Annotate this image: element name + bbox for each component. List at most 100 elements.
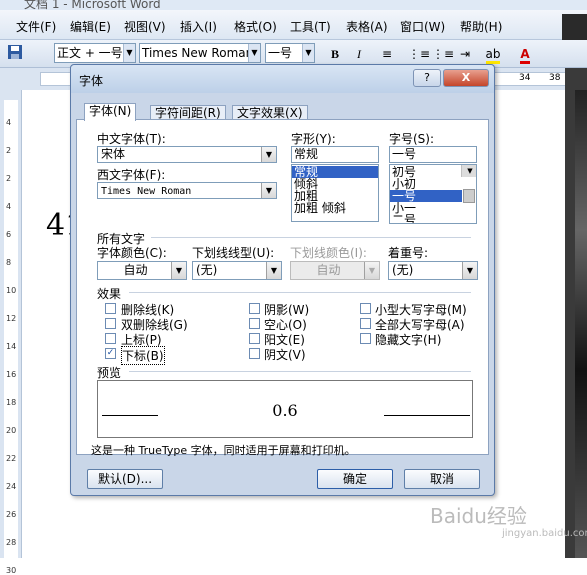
help-button[interactable]: ? (413, 69, 441, 87)
shadow-checkbox[interactable] (249, 303, 260, 314)
underline-style-select[interactable]: (无) ▼ (192, 261, 282, 280)
vertical-ruler-area: 4 2 2 4 6 8 10 12 14 16 18 20 22 24 26 28 30 (4, 100, 18, 575)
chevron-down-icon[interactable]: ▼ (248, 44, 260, 62)
style-list[interactable]: 常规 倾斜 加粗 加粗 倾斜 (291, 164, 379, 222)
font-color-select[interactable]: 自动 ▼ (97, 261, 187, 280)
vertical-ruler-mark: 24 (6, 482, 17, 491)
western-font-label: 西文字体(F): (97, 168, 166, 182)
scroll-thumb[interactable] (463, 189, 475, 203)
list-item[interactable]: 二号 (390, 214, 476, 223)
vertical-ruler-mark: 2 (6, 146, 12, 155)
vertical-ruler-mark: 2 (6, 174, 12, 183)
engrave-label[interactable]: 阴文(V) (264, 346, 306, 363)
vertical-ruler-mark: 20 (6, 426, 17, 435)
font-color-value: 自动 (123, 263, 148, 277)
size-input[interactable]: 一号 (389, 146, 477, 163)
menu-table[interactable]: 表格(A) (346, 18, 388, 35)
hidden-label[interactable]: 隐藏文字(H) (375, 331, 441, 348)
ok-button[interactable]: 确定 (317, 469, 393, 489)
menu-view[interactable]: 视图(V) (124, 18, 166, 35)
align-icon[interactable]: ≡ (378, 44, 396, 64)
background-photo (575, 90, 587, 558)
ruler-mark: 38 (549, 73, 561, 83)
subscript-checkbox[interactable]: ✓ (105, 348, 116, 359)
vertical-ruler-mark: 6 (6, 230, 12, 239)
all-caps-checkbox[interactable] (360, 318, 371, 329)
chevron-down-icon[interactable]: ▼ (462, 262, 477, 279)
scroll-down-icon[interactable]: ▼ (462, 165, 476, 177)
default-button[interactable]: 默认(D)... (87, 469, 163, 489)
double-strikethrough-checkbox[interactable] (105, 318, 116, 329)
chevron-down-icon[interactable]: ▼ (266, 262, 281, 279)
chinese-font-select[interactable]: 宋体 ▼ (97, 146, 277, 163)
subscript-label[interactable]: 下标(B) (121, 346, 165, 365)
menu-insert[interactable]: 插入(I) (180, 18, 217, 35)
scrollbar[interactable]: ▲▼ (461, 165, 476, 203)
size-combo-value: 一号 (268, 46, 293, 60)
chevron-down-icon[interactable]: ▼ (261, 183, 276, 198)
window-title: 文档 1 - Microsoft Word (24, 0, 161, 10)
menu-file[interactable]: 文件(F) (16, 18, 56, 35)
chevron-down-icon: ▼ (364, 262, 379, 279)
vertical-ruler-mark: 14 (6, 342, 17, 351)
title-bar: 文档 1 - Microsoft Word (0, 0, 587, 10)
menu-help[interactable]: 帮助(H) (460, 18, 502, 35)
small-caps-checkbox[interactable] (360, 303, 371, 314)
chevron-down-icon[interactable]: ▼ (123, 44, 135, 62)
style-input[interactable]: 常规 (291, 146, 379, 163)
menu-edit[interactable]: 编辑(E) (70, 18, 111, 35)
bullets-icon[interactable]: ⋮≡ (432, 44, 454, 64)
menu-tools[interactable]: 工具(T) (290, 18, 331, 35)
western-font-select[interactable]: Times New Roman ▼ (97, 182, 277, 199)
preview-label: 预览 (97, 366, 122, 380)
font-combo[interactable]: Times New Roman ▼ (139, 43, 261, 63)
cancel-button[interactable]: 取消 (404, 469, 480, 489)
dialog-title-bar[interactable]: 字体 ? X (71, 65, 494, 93)
italic-button[interactable]: I (350, 44, 368, 64)
size-list[interactable]: 初号 小初 一号 小一 二号 ▲▼ (389, 164, 477, 224)
watermark-logo: Baidu经验 (430, 504, 527, 528)
engrave-checkbox[interactable] (249, 348, 260, 359)
menu-bar: 文件(F) 编辑(E) 视图(V) 插入(I) 格式(O) 工具(T) 表格(A… (0, 10, 587, 40)
chevron-down-icon[interactable]: ▼ (302, 44, 314, 62)
emphasis-select[interactable]: (无) ▼ (388, 261, 478, 280)
close-button[interactable]: X (443, 69, 489, 87)
style-combo[interactable]: 正文 + 一号 ▼ (54, 43, 136, 63)
highlight-icon[interactable]: ab (482, 44, 504, 64)
outline-checkbox[interactable] (249, 318, 260, 329)
underline-color-value: 自动 (316, 263, 341, 277)
preview-box: 0.6 (97, 380, 473, 438)
background-photo-edge (562, 14, 587, 40)
list-item[interactable]: 加粗 倾斜 (292, 202, 378, 214)
vertical-ruler-mark: 4 (6, 202, 12, 211)
size-label: 字号(S): (389, 132, 435, 146)
chevron-down-icon[interactable]: ▼ (171, 262, 186, 279)
save-icon[interactable] (6, 44, 24, 64)
style-combo-value: 正文 + 一号 (57, 46, 123, 60)
chinese-font-value: 宋体 (101, 147, 126, 161)
effects-label: 效果 (97, 287, 122, 301)
ruler-mark: 34 (519, 73, 531, 83)
emphasis-value: (无) (392, 263, 414, 277)
indent-icon[interactable]: ⇥ (456, 44, 474, 64)
menu-window[interactable]: 窗口(W) (400, 18, 445, 35)
menu-format[interactable]: 格式(O) (234, 18, 277, 35)
hidden-checkbox[interactable] (360, 333, 371, 344)
vertical-ruler-mark: 22 (6, 454, 17, 463)
chevron-down-icon[interactable]: ▼ (261, 147, 276, 162)
style-label: 字形(Y): (291, 132, 336, 146)
font-color-icon[interactable]: A (516, 44, 534, 64)
vertical-ruler-mark: 4 (6, 118, 12, 127)
underline-color-select: 自动 ▼ (290, 261, 380, 280)
tab-font[interactable]: 字体(N) (84, 103, 137, 121)
chinese-font-label: 中文字体(T): (97, 132, 166, 146)
vertical-ruler-mark: 8 (6, 258, 12, 267)
bold-button[interactable]: B (326, 44, 344, 64)
watermark-url: jingyan.baidu.com (502, 528, 587, 539)
size-combo[interactable]: 一号 ▼ (265, 43, 315, 63)
superscript-checkbox[interactable] (105, 333, 116, 344)
strikethrough-checkbox[interactable] (105, 303, 116, 314)
vertical-ruler-mark: 28 (6, 538, 17, 547)
emboss-checkbox[interactable] (249, 333, 260, 344)
numbering-icon[interactable]: ⋮≡ (408, 44, 430, 64)
